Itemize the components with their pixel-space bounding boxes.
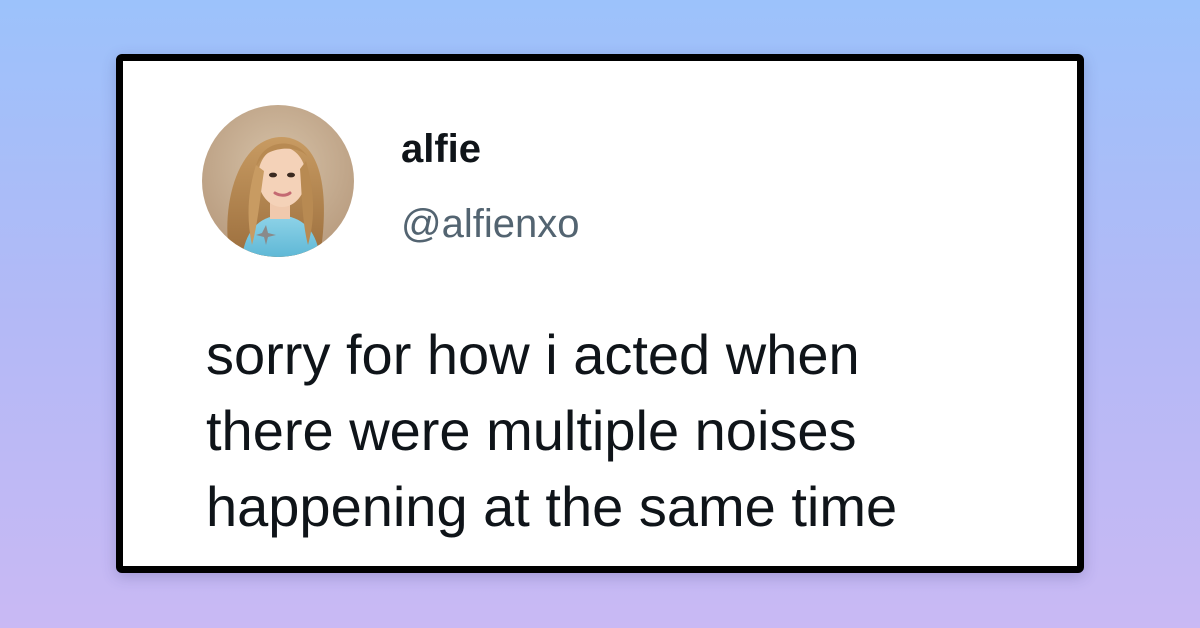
display-name[interactable]: alfie: [401, 129, 481, 169]
tweet-card: alfie @alfienxo sorry for how i acted wh…: [116, 54, 1084, 573]
tweet-text: sorry for how i acted when there were mu…: [206, 317, 1046, 545]
tweet-text-line: sorry for how i acted when: [206, 323, 860, 386]
handle[interactable]: @alfienxo: [401, 204, 579, 244]
tweet-text-line: happening at the same time: [206, 475, 898, 538]
avatar-photo: [202, 105, 354, 257]
avatar[interactable]: [202, 105, 354, 257]
tweet-text-line: there were multiple noises: [206, 399, 857, 462]
